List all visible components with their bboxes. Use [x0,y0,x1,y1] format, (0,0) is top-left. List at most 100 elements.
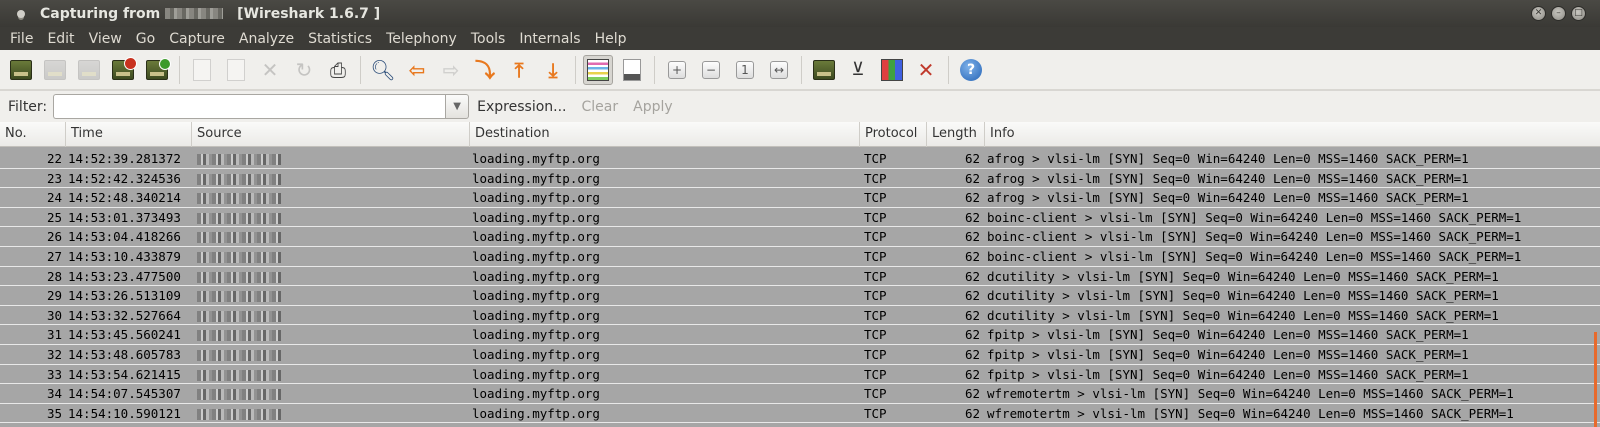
cell-destination: loading.myftp.org [472,190,600,206]
start-capture-icon[interactable] [74,55,104,85]
menu-statistics[interactable]: Statistics [301,31,379,47]
cell-destination: loading.myftp.org [472,229,600,245]
interface-list-icon[interactable] [6,55,36,85]
menu-telephony[interactable]: Telephony [379,31,464,47]
menu-file[interactable]: File [3,31,40,47]
cell-source [197,365,457,384]
table-row[interactable]: 30 14:53:32.527664 loading.myftp.org TCP 62 d… [0,305,1600,326]
cell-protocol: TCP [864,229,887,245]
auto-scroll-icon[interactable] [617,55,647,85]
column-header-protocol[interactable]: Protocol [860,122,927,147]
table-row[interactable]: 27 14:53:10.433879 loading.myftp.org TCP 62 b… [0,247,1600,267]
apply-button[interactable]: Apply [633,99,673,115]
filter-dropdown-button[interactable]: ▼ [445,94,470,119]
open-file-icon[interactable] [187,55,217,85]
cell-info: wfremotertm > vlsi-lm [SYN] Seq=0 Win=64… [987,405,1514,421]
table-row[interactable]: 34 14:54:07.545307 loading.myftp.org TCP 62 w… [0,384,1600,404]
cell-no: 24 [46,190,62,206]
column-header-time[interactable]: Time [66,122,192,147]
redacted-source-address [197,154,281,165]
cell-time: 14:54:07.545307 [68,386,181,402]
menu-tools[interactable]: Tools [464,31,513,47]
go-to-packet-icon[interactable]: ⤵ [470,55,500,85]
capture-options-icon[interactable] [40,55,70,85]
column-header-length[interactable]: Length [927,122,985,147]
go-last-icon[interactable]: ⤓ [538,55,568,85]
table-row[interactable]: 32 14:53:48.605783 loading.myftp.org TCP 62 f… [0,345,1600,365]
toolbar-separator [948,55,949,84]
zoom-in-icon[interactable]: + [662,55,692,85]
column-header-no[interactable]: No. [0,122,66,147]
cell-time: 14:53:48.605783 [68,347,181,362]
menu-view[interactable]: View [82,31,129,47]
cell-protocol: TCP [864,268,887,284]
cell-destination: loading.myftp.org [472,268,600,284]
stop-capture-icon[interactable] [108,55,138,85]
cell-info: fpitp > vlsi-lm [SYN] Seq=0 Win=64240 Le… [987,366,1469,382]
cell-destination: loading.myftp.org [472,327,600,343]
cell-time: 14:54:10.590121 [68,405,181,421]
column-header-source[interactable]: Source [192,122,470,147]
cell-destination: loading.myftp.org [472,151,600,166]
cell-destination: loading.myftp.org [472,307,600,323]
cell-length: 62 [964,229,980,245]
table-row[interactable]: 31 14:53:45.560241 loading.myftp.org TCP 62 f… [0,325,1600,345]
reload-icon[interactable]: ↻ [289,55,319,85]
cell-time: 14:53:04.418266 [68,229,181,245]
coloring-rules-icon[interactable] [877,55,907,85]
save-file-icon[interactable] [221,55,251,85]
packet-list[interactable]: No. Time Source Destination Protocol Len… [0,122,1600,427]
go-first-icon[interactable]: ⤒ [504,55,534,85]
redacted-source-address [197,212,281,224]
table-row[interactable]: 29 14:53:26.513109 loading.myftp.org TCP 62 d… [0,286,1600,306]
menu-go[interactable]: Go [129,31,162,47]
filter-input[interactable] [53,94,446,119]
table-row[interactable]: 26 14:53:04.418266 loading.myftp.org TCP 62 b… [0,227,1600,247]
find-packet-icon[interactable]: 🔍︎ [368,55,398,85]
cell-no: 32 [46,347,62,362]
go-back-icon[interactable]: ⇦ [402,55,432,85]
close-file-icon[interactable]: ✕ [255,55,285,85]
column-header-info[interactable]: Info [985,122,1600,147]
table-row[interactable]: 22 14:52:39.281372 loading.myftp.org TCP 62 a… [0,149,1600,169]
table-row[interactable]: 28 14:53:23.477500 loading.myftp.org TCP 62 d… [0,266,1600,287]
redacted-source-address [197,330,281,342]
help-icon[interactable]: ? [956,55,986,85]
cell-source [197,384,457,403]
capture-filters-icon[interactable] [809,55,839,85]
menu-analyze[interactable]: Analyze [232,31,301,47]
table-row[interactable]: 25 14:53:01.373493 loading.myftp.org TCP 62 b… [0,207,1600,228]
redacted-source-address [197,310,281,322]
expression-button[interactable]: Expression... [477,99,566,115]
resize-columns-icon[interactable]: ↔ [764,55,794,85]
window-title-prefix: Capturing from [40,5,161,22]
zoom-out-icon[interactable]: − [696,55,726,85]
maximize-window-button[interactable]: □ [1571,6,1586,21]
table-row[interactable]: 33 14:53:54.621415 loading.myftp.org TCP 62 f… [0,364,1600,385]
menu-internals[interactable]: Internals [512,31,587,47]
cell-length: 62 [964,268,980,284]
menu-edit[interactable]: Edit [40,31,81,47]
normal-size-icon[interactable]: 1 [730,55,760,85]
preferences-icon[interactable]: ✕ [911,55,941,85]
print-icon[interactable]: ⎙ [323,55,353,85]
colorize-icon[interactable] [583,54,613,85]
menu-capture[interactable]: Capture [162,31,232,47]
table-row[interactable]: 23 14:52:42.324536 loading.myftp.org TCP 62 a… [0,168,1600,189]
cell-source [197,227,457,246]
cell-source [197,169,457,188]
table-row[interactable]: 35 14:54:10.590121 loading.myftp.org TCP 62 w… [0,403,1600,424]
column-header-destination[interactable]: Destination [470,122,860,147]
clear-button[interactable]: Clear [582,99,619,115]
display-filters-icon[interactable]: ⊻ [843,55,873,85]
menu-bar: File Edit View Go Capture Analyze Statis… [0,27,1600,50]
minimize-window-button[interactable]: – [1551,6,1566,21]
table-row[interactable]: 24 14:52:48.340214 loading.myftp.org TCP 62 a… [0,188,1600,208]
go-forward-icon[interactable]: ⇨ [436,55,466,85]
close-window-button[interactable]: ✕ [1531,6,1546,21]
cell-time: 14:52:42.324536 [68,170,181,186]
cell-no: 34 [46,386,62,402]
restart-capture-icon[interactable] [142,55,172,85]
menu-help[interactable]: Help [588,31,634,47]
cell-destination: loading.myftp.org [472,170,600,186]
